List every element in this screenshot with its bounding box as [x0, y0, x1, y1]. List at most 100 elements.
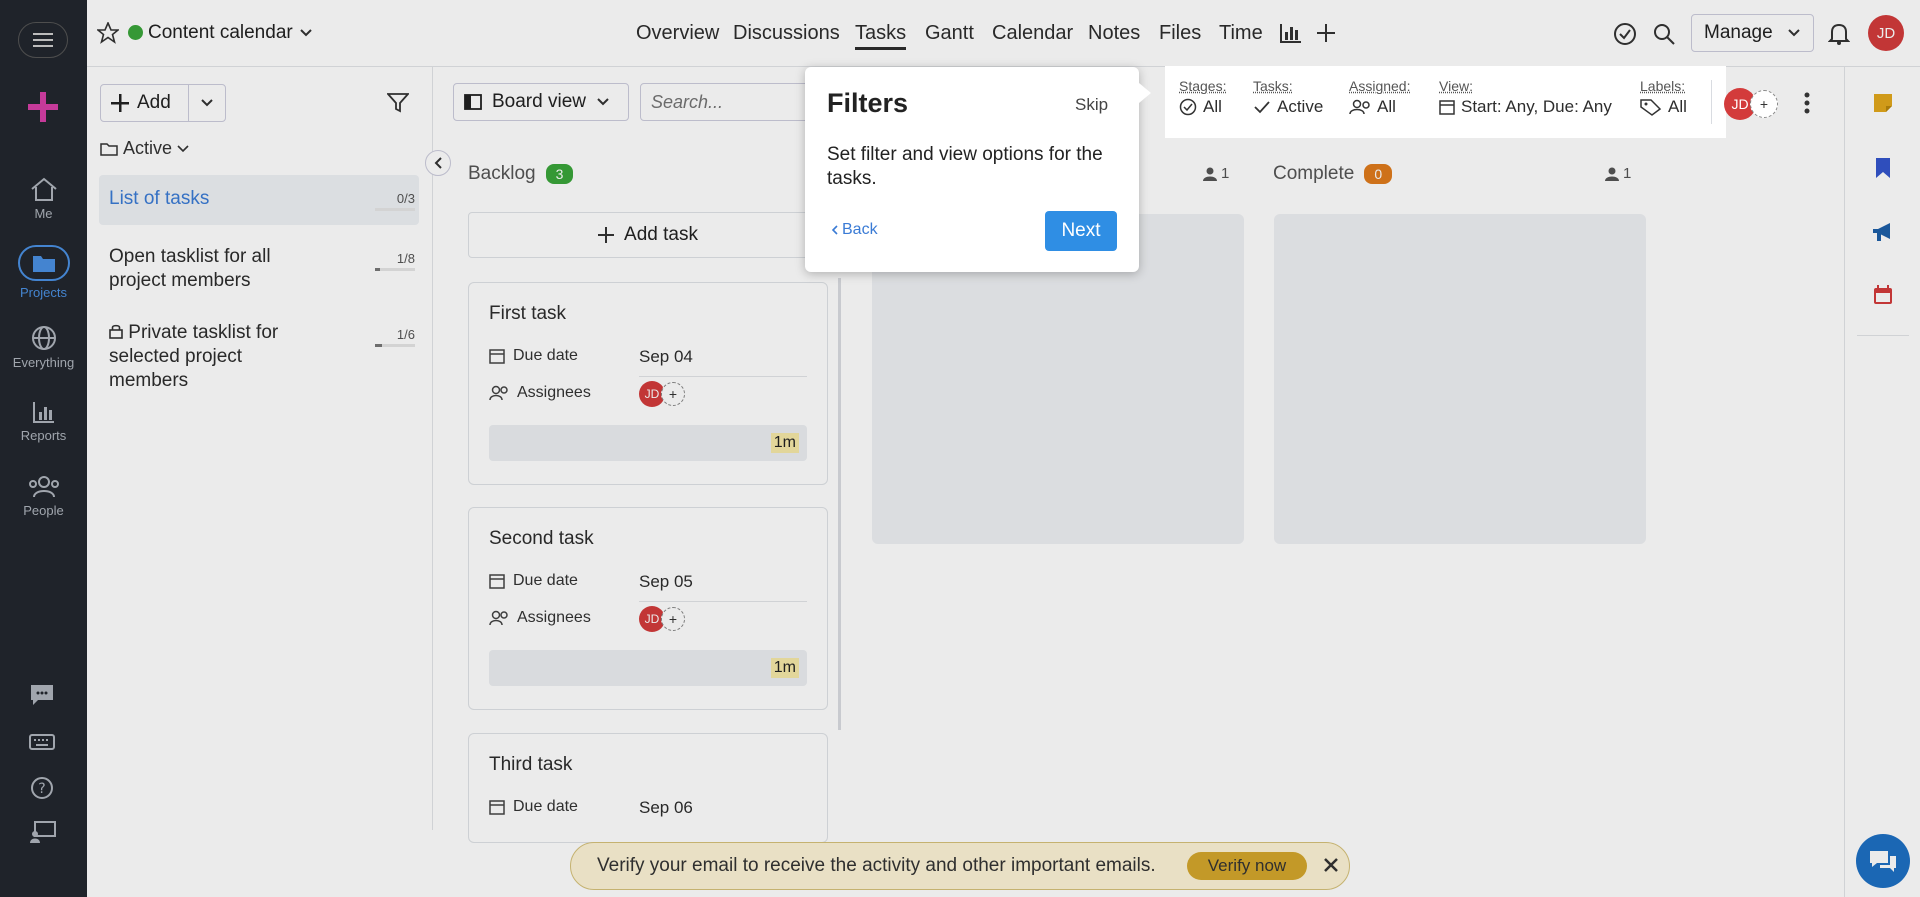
task-card[interactable]: Third task Due date Sep 06 — [468, 733, 828, 843]
add-button-group: Add — [100, 84, 226, 122]
add-button[interactable]: Add — [101, 85, 189, 121]
tab-time[interactable]: Time — [1219, 22, 1263, 45]
calendar-icon — [489, 574, 505, 589]
board-view-dropdown[interactable]: Board view — [453, 83, 629, 121]
add-options-button[interactable] — [189, 85, 225, 121]
bookmark-icon[interactable] — [1875, 157, 1891, 179]
close-icon[interactable] — [1323, 857, 1339, 873]
home-icon — [30, 177, 57, 201]
due-date-row: Due date — [489, 798, 578, 816]
people-icon — [1349, 99, 1370, 115]
column-members: 1 — [1605, 165, 1631, 182]
more-vertical-icon[interactable] — [1804, 92, 1810, 114]
chat-icon — [1870, 851, 1896, 872]
progress-bar — [375, 344, 415, 347]
user-avatar[interactable]: JD — [1868, 15, 1904, 51]
tab-notes[interactable]: Notes — [1088, 22, 1140, 45]
presentation-icon[interactable] — [29, 820, 57, 844]
tab-gantt[interactable]: Gantt — [925, 22, 974, 45]
rail-item-people[interactable]: People — [0, 475, 87, 518]
check-circle-icon — [1179, 98, 1197, 116]
svg-text:?: ? — [38, 781, 45, 797]
chevron-down-icon — [597, 98, 609, 106]
add-assignee-button[interactable]: + — [661, 607, 685, 631]
right-rail — [1844, 67, 1920, 897]
support-chat-button[interactable] — [1856, 834, 1910, 888]
assignee-avatars: JD + — [639, 606, 685, 632]
project-status-dot — [128, 25, 143, 40]
chevron-left-icon — [831, 225, 838, 235]
rail-item-projects[interactable]: Projects — [0, 245, 87, 300]
board-view-icon — [464, 94, 482, 110]
time-tracked-bar: 1m — [489, 650, 807, 686]
task-card[interactable]: First task Due date Sep 04 Assignees JD … — [468, 282, 828, 485]
calendar-red-icon[interactable] — [1873, 285, 1893, 305]
project-selector[interactable]: Content calendar — [148, 22, 313, 44]
column-dropzone — [1274, 214, 1646, 544]
filter-stages[interactable]: Stages: All — [1179, 78, 1226, 117]
plus-icon — [598, 227, 615, 243]
manage-dropdown[interactable]: Manage — [1691, 14, 1814, 52]
filter-view[interactable]: View: Start: Any, Due: Any — [1439, 78, 1612, 117]
back-link[interactable]: Back — [831, 221, 878, 239]
globe-icon — [31, 326, 56, 350]
sticky-note-icon[interactable] — [1873, 93, 1893, 113]
manage-label: Manage — [1704, 22, 1773, 43]
filter-tasks[interactable]: Tasks: Active — [1253, 78, 1323, 117]
tasklist-item[interactable]: Open tasklist for all project members 1/… — [99, 233, 419, 297]
tab-files[interactable]: Files — [1159, 22, 1201, 45]
tab-discussions[interactable]: Discussions — [733, 22, 840, 45]
chat-bubble-icon[interactable] — [30, 684, 54, 706]
column-scrollbar[interactable] — [838, 278, 841, 730]
skip-link[interactable]: Skip — [1075, 95, 1108, 115]
due-date-value[interactable]: Sep 06 — [639, 798, 693, 818]
private-tasklist-name: Private tasklist for selected project me… — [109, 322, 279, 391]
column-members: 1 — [1203, 165, 1229, 182]
collapse-panel-button[interactable] — [425, 150, 451, 176]
megaphone-icon[interactable] — [1871, 221, 1895, 243]
funnel-filter-icon[interactable] — [387, 93, 409, 113]
due-date-row: Due date — [489, 572, 578, 590]
help-icon[interactable]: ? — [30, 776, 54, 800]
add-member-button[interactable]: + — [1750, 90, 1778, 118]
due-date-row: Due date — [489, 347, 578, 365]
bell-icon[interactable] — [1828, 22, 1850, 46]
verify-now-button[interactable]: Verify now — [1187, 852, 1307, 880]
search-icon[interactable] — [1652, 22, 1676, 46]
calendar-icon — [489, 800, 505, 815]
add-task-button[interactable]: Add task — [468, 212, 828, 258]
due-date-value[interactable]: Sep 05 — [639, 572, 693, 592]
tasklist-item[interactable]: List of tasks 0/3 — [99, 175, 419, 225]
rail-item-reports[interactable]: Reports — [0, 400, 87, 443]
tab-tasks[interactable]: Tasks — [855, 22, 907, 50]
add-assignee-button[interactable]: + — [661, 382, 685, 406]
task-card[interactable]: Second task Due date Sep 05 Assignees JD… — [468, 507, 828, 710]
filter-labels[interactable]: Labels: All — [1640, 78, 1687, 117]
tab-calendar[interactable]: Calendar — [992, 22, 1073, 45]
calendar-icon — [489, 349, 505, 364]
folder-outline-icon — [100, 142, 118, 156]
tab-overview[interactable]: Overview — [636, 22, 719, 45]
rail-item-me[interactable]: Me — [0, 176, 87, 221]
due-date-value[interactable]: Sep 04 — [639, 347, 693, 367]
app-rail: Me Projects Everything Reports People ? — [0, 0, 87, 897]
menu-icon[interactable] — [18, 22, 68, 58]
reports-chart-icon[interactable] — [1280, 23, 1302, 43]
timer-icon[interactable] — [1613, 22, 1637, 46]
chevron-left-icon — [434, 157, 442, 169]
tasklist-filter-dropdown[interactable]: Active — [100, 138, 189, 159]
chevron-down-icon — [300, 29, 312, 37]
verify-email-banner: Verify your email to receive the activit… — [570, 842, 1350, 890]
filter-assigned[interactable]: Assigned: All — [1349, 78, 1410, 117]
add-tab-plus-icon[interactable] — [1317, 24, 1335, 42]
create-plus-icon[interactable] — [28, 92, 58, 122]
tasklist-item[interactable]: Private tasklist for selected project me… — [99, 309, 419, 399]
lock-icon — [109, 324, 123, 339]
rail-item-everything[interactable]: Everything — [0, 325, 87, 370]
project-name: Content calendar — [148, 22, 293, 43]
next-button[interactable]: Next — [1045, 211, 1117, 251]
star-icon[interactable] — [97, 22, 119, 44]
popover-body: Set filter and view options for the task… — [827, 144, 1103, 189]
search-input[interactable] — [640, 83, 810, 121]
keyboard-icon[interactable] — [29, 734, 55, 750]
